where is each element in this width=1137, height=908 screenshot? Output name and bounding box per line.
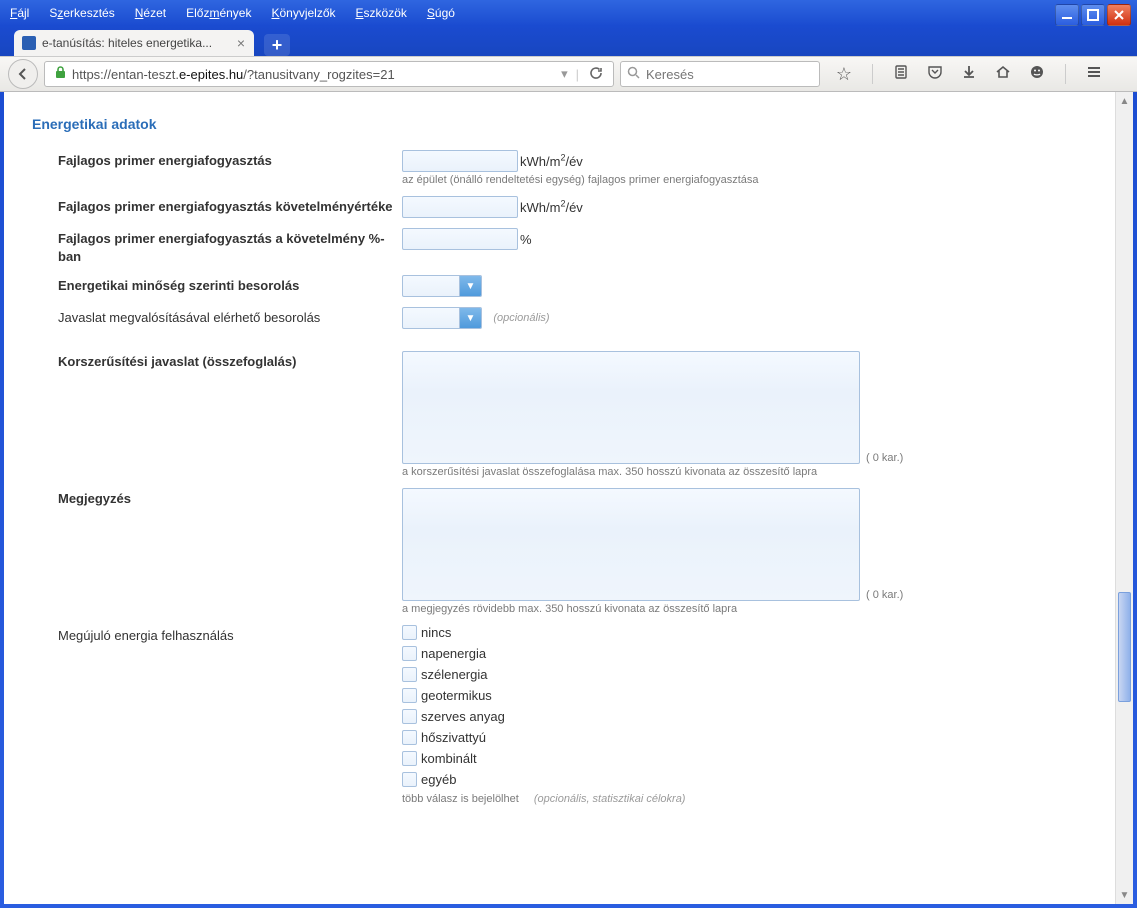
minimize-button[interactable] (1055, 4, 1079, 26)
section-title: Energetikai adatok (32, 116, 1087, 132)
maximize-button[interactable] (1081, 4, 1105, 26)
checkbox-geotermikus[interactable]: geotermikus (402, 688, 1087, 703)
search-input[interactable] (646, 67, 822, 82)
reload-button[interactable] (583, 66, 609, 83)
checkbox-egyeb[interactable]: egyéb (402, 772, 1087, 787)
unit-kovetelm: kWh/m2/év (520, 200, 583, 215)
select-besorolas[interactable]: ▼ (402, 275, 482, 297)
url-dropdown-icon[interactable]: ▾ (557, 66, 572, 82)
textarea-megjegyzes[interactable] (402, 488, 860, 601)
menu-edit[interactable]: Szerkesztés (49, 6, 114, 20)
lock-icon (55, 66, 66, 82)
bookmark-star-icon[interactable]: ☆ (834, 64, 854, 85)
label-percent: Fajlagos primer energiafogyasztás a köve… (32, 228, 402, 265)
url-text: https://entan-teszt.e-epites.hu/?tanusit… (72, 67, 557, 82)
new-tab-button[interactable]: + (264, 34, 290, 56)
label-megjegyzes: Megjegyzés (32, 488, 402, 508)
checkbox-hoszivattyu[interactable]: hőszivattyú (402, 730, 1087, 745)
menu-view[interactable]: Nézet (135, 6, 166, 20)
checkbox-napenergia[interactable]: napenergia (402, 646, 1087, 661)
textarea-javaslat[interactable] (402, 351, 860, 464)
label-besorolas: Energetikai minőség szerinti besorolás (32, 275, 402, 295)
menu-file[interactable]: Fájl (10, 6, 29, 20)
hint-primer: az épület (önálló rendeltetési egység) f… (402, 174, 1087, 186)
optional-label: (opcionális) (493, 312, 549, 324)
back-button[interactable] (8, 59, 38, 89)
scroll-thumb[interactable] (1118, 592, 1131, 702)
input-primer[interactable] (402, 150, 518, 172)
scroll-down-icon[interactable]: ▼ (1116, 886, 1133, 904)
menu-history[interactable]: Előzmények (186, 6, 251, 20)
checkbox-nincs[interactable]: nincs (402, 625, 1087, 640)
charcount-javaslat: ( 0 kar.) (866, 452, 903, 464)
search-icon (627, 66, 640, 82)
menu-bar: Fájl Szerkesztés Nézet Előzmények Könyvj… (0, 0, 1137, 26)
unit-primer: kWh/m2/év (520, 154, 583, 169)
label-primer: Fajlagos primer energiafogyasztás (32, 150, 402, 170)
unit-percent: % (520, 232, 532, 247)
select-javaslat-besorolas[interactable]: ▼ (402, 307, 482, 329)
label-kovetelm: Fajlagos primer energiafogyasztás követe… (32, 196, 402, 216)
checkbox-szerves-anyag[interactable]: szerves anyag (402, 709, 1087, 724)
tab-strip: e-tanúsítás: hiteles energetika... × + (0, 26, 1137, 56)
hint-javaslat: a korszerűsítési javaslat összefoglalása… (402, 466, 1087, 478)
chevron-down-icon: ▼ (459, 308, 481, 328)
hint-megjegyzes: a megjegyzés rövidebb max. 350 hosszú ki… (402, 603, 1087, 615)
pocket-icon[interactable] (925, 64, 945, 85)
home-icon[interactable] (993, 64, 1013, 85)
label-javaslat-besorolas: Javaslat megvalósításával elérhető besor… (32, 307, 402, 327)
input-kovetelm[interactable] (402, 196, 518, 218)
tab-close-icon[interactable]: × (234, 35, 248, 51)
chevron-down-icon: ▼ (459, 276, 481, 296)
download-icon[interactable] (959, 64, 979, 85)
page-content: Energetikai adatok Fajlagos primer energ… (4, 92, 1115, 904)
menu-bookmarks[interactable]: Könyvjelzők (271, 6, 335, 20)
close-button[interactable] (1107, 4, 1131, 26)
search-box[interactable] (620, 61, 820, 87)
vertical-scrollbar[interactable]: ▲ ▼ (1115, 92, 1133, 904)
checkbox-szelenergia[interactable]: szélenergia (402, 667, 1087, 682)
smiley-icon[interactable] (1027, 64, 1047, 85)
favicon-icon (22, 36, 36, 50)
scroll-up-icon[interactable]: ▲ (1116, 92, 1133, 110)
charcount-megjegyzes: ( 0 kar.) (866, 589, 903, 601)
hint-megujulo: több válasz is bejelölhet (opcionális, s… (402, 793, 1087, 805)
url-bar[interactable]: https://entan-teszt.e-epites.hu/?tanusit… (44, 61, 614, 87)
clipboard-icon[interactable] (891, 64, 911, 85)
menu-help[interactable]: Súgó (427, 6, 455, 20)
nav-toolbar: https://entan-teszt.e-epites.hu/?tanusit… (0, 56, 1137, 92)
label-javaslat: Korszerűsítési javaslat (összefoglalás) (32, 351, 402, 371)
checkbox-kombinalt[interactable]: kombinált (402, 751, 1087, 766)
browser-tab[interactable]: e-tanúsítás: hiteles energetika... × (14, 30, 254, 56)
tab-title: e-tanúsítás: hiteles energetika... (42, 36, 212, 50)
menu-tools[interactable]: Eszközök (356, 6, 407, 20)
label-megujulo: Megújuló energia felhasználás (32, 625, 402, 645)
hamburger-menu-icon[interactable] (1084, 64, 1104, 85)
input-percent[interactable] (402, 228, 518, 250)
